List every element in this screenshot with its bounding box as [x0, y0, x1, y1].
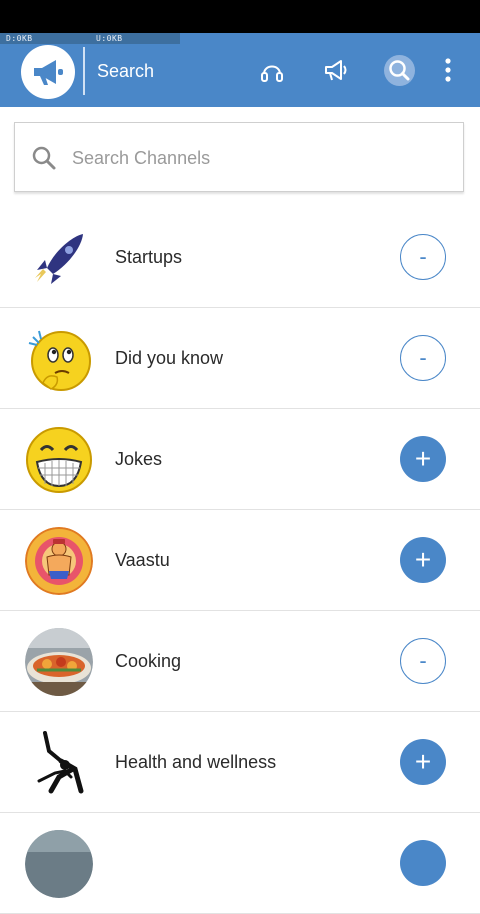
- list-item[interactable]: [0, 813, 480, 914]
- unsubscribe-button[interactable]: -: [400, 234, 446, 280]
- system-status-bar: [0, 0, 480, 33]
- unsubscribe-button[interactable]: -: [400, 335, 446, 381]
- headphones-button[interactable]: [257, 55, 287, 85]
- app-bar-divider: [83, 47, 85, 95]
- channel-name: Health and wellness: [115, 752, 277, 772]
- announcements-button[interactable]: [322, 55, 352, 85]
- channel-name: Vaastu: [115, 550, 170, 570]
- page-title: Search: [97, 61, 155, 81]
- megaphone-icon: [325, 60, 347, 81]
- list-item[interactable]: Vaastu +: [0, 510, 480, 611]
- list-item[interactable]: Jokes +: [0, 409, 480, 510]
- overflow-menu-button[interactable]: [433, 55, 463, 85]
- rocket-icon: [35, 234, 83, 284]
- subscribe-button[interactable]: +: [400, 739, 446, 785]
- network-speed-bar: D:0KB U:0KB: [0, 33, 180, 44]
- channel-list: Startups - Did you know - Jokes + Vaastu…: [0, 207, 480, 914]
- channel-name: Jokes: [115, 449, 163, 469]
- upload-speed: U:0KB: [96, 34, 123, 43]
- subscribe-button[interactable]: +: [400, 436, 446, 482]
- list-item[interactable]: Startups -: [0, 207, 480, 308]
- thinking-smiley-icon: [28, 330, 91, 391]
- search-input[interactable]: [70, 143, 434, 173]
- cooking-dish-icon: [25, 628, 93, 696]
- channel-name: Startups: [115, 247, 183, 267]
- app-bar: D:0KB U:0KB Search: [0, 33, 480, 107]
- download-speed: D:0KB: [6, 34, 33, 43]
- vaastu-deity-icon: [25, 527, 93, 595]
- channel-name: Cooking: [115, 651, 182, 671]
- search-button[interactable]: [384, 55, 415, 86]
- list-item[interactable]: Did you know -: [0, 308, 480, 409]
- yoga-pose-icon: [37, 731, 84, 794]
- headphones-icon: [261, 65, 283, 82]
- overflow-menu-icon: [445, 58, 451, 82]
- subscribe-button[interactable]: +: [400, 537, 446, 583]
- search-icon: [32, 146, 56, 170]
- search-icon: [389, 60, 410, 81]
- subscribe-button[interactable]: [400, 840, 446, 886]
- channel-thumbnail-icon: [25, 830, 93, 898]
- search-channels-box[interactable]: [14, 122, 464, 192]
- app-logo[interactable]: [21, 45, 75, 99]
- unsubscribe-button[interactable]: -: [400, 638, 446, 684]
- list-item[interactable]: Health and wellness +: [0, 712, 480, 813]
- laughing-smiley-icon: [26, 427, 92, 493]
- channel-name: Did you know: [115, 348, 224, 368]
- list-item[interactable]: Cooking -: [0, 611, 480, 712]
- megaphone-icon: [34, 60, 63, 85]
